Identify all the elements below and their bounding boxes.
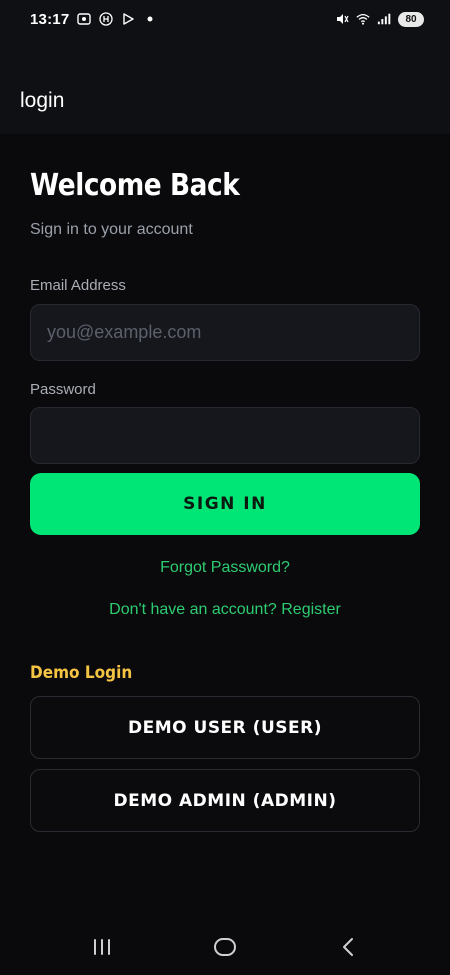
email-field[interactable]: [30, 304, 420, 361]
status-time: 13:17: [30, 10, 70, 28]
status-bar-left: 13:17: [30, 11, 157, 28]
status-bar: 13:17 80: [0, 0, 450, 38]
email-label: Email Address: [30, 277, 126, 294]
status-bar-right: 80: [335, 11, 424, 27]
screen-record-icon: [77, 12, 92, 26]
wifi-icon: [356, 12, 370, 26]
password-field[interactable]: [30, 407, 420, 464]
demo-login-title: Demo Login: [30, 663, 133, 683]
forgot-password-link[interactable]: Forgot Password?: [30, 559, 420, 577]
app-bar: login: [0, 38, 450, 134]
mute-icon: [335, 12, 349, 26]
signal-icon: [377, 12, 391, 26]
play-store-icon: [121, 12, 135, 26]
system-nav-bar: [0, 918, 450, 975]
dot-icon: [143, 12, 157, 26]
demo-user-button[interactable]: DEMO USER (USER): [30, 696, 420, 759]
app-bar-title: login: [20, 89, 65, 112]
back-icon[interactable]: [318, 927, 378, 967]
battery-indicator: 80: [398, 11, 424, 27]
page-subtitle: Sign in to your account: [30, 221, 193, 238]
h-badge-icon: [99, 12, 114, 26]
demo-admin-button[interactable]: DEMO ADMIN (ADMIN): [30, 769, 420, 832]
register-link[interactable]: Don't have an account? Register: [30, 601, 420, 619]
recent-apps-icon[interactable]: [72, 927, 132, 967]
page-title: Welcome Back: [30, 168, 240, 203]
home-icon[interactable]: [195, 927, 255, 967]
sign-in-button[interactable]: SIGN IN: [30, 473, 420, 535]
password-label: Password: [30, 381, 96, 398]
login-screen: 13:17 80 login Welcome Back Sign in to y…: [0, 0, 450, 975]
